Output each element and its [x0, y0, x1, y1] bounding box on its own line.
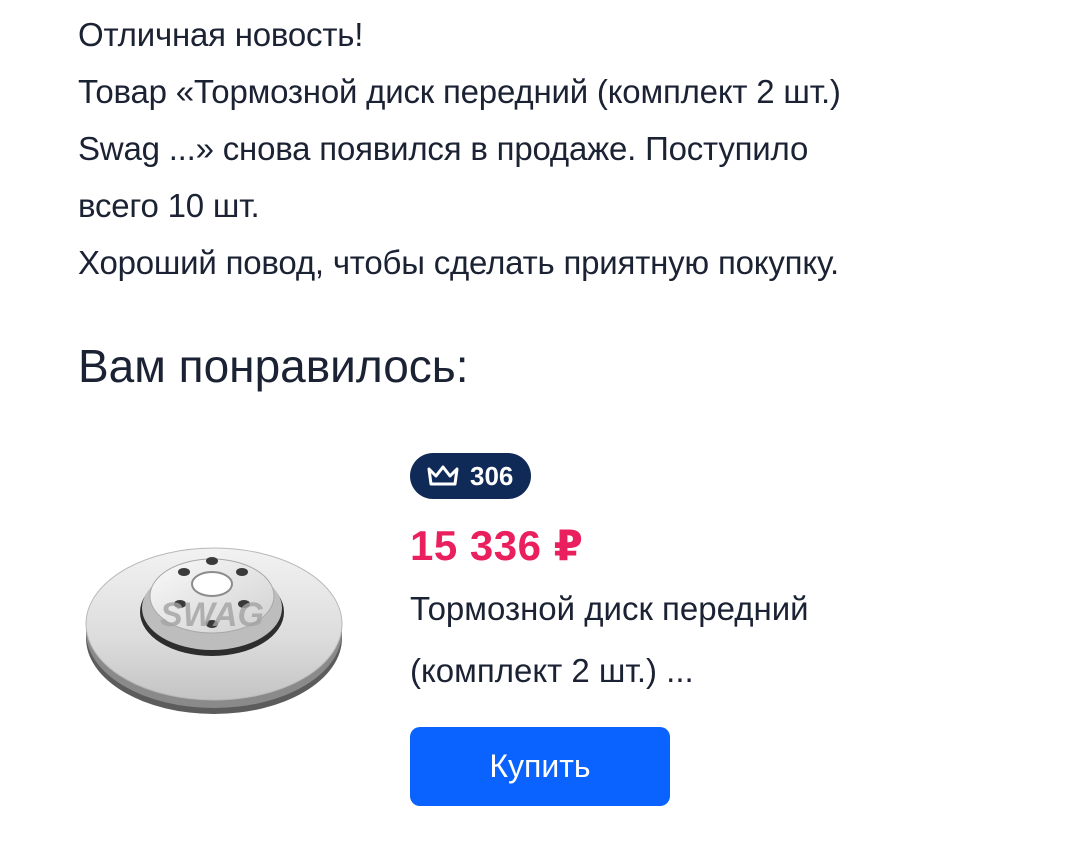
- notification-message: Отличная новость! Товар «Тормозной диск …: [78, 6, 1038, 291]
- message-line: всего 10 шт.: [78, 187, 260, 224]
- brand-logo: SWAG: [160, 596, 264, 634]
- product-price: 15 336 ₽: [410, 522, 584, 569]
- product-title-line: Тормозной диск передний: [410, 590, 809, 627]
- message-line: Хороший повод, чтобы сделать приятную по…: [78, 244, 839, 281]
- message-line: Товар «Тормозной диск передний (комплект…: [78, 73, 841, 110]
- message-line: Swag ...» снова появился в продаже. Пост…: [78, 130, 809, 167]
- product-title-line: (комплект 2 шт.) ...: [410, 652, 694, 689]
- brake-disc-image[interactable]: SWAG: [84, 526, 346, 722]
- rating-badge: 306: [410, 453, 532, 499]
- message-greeting: Отличная новость!: [78, 16, 364, 53]
- badge-count: 306: [470, 461, 514, 491]
- product-title[interactable]: Тормозной диск передний (комплект 2 шт.)…: [410, 578, 970, 702]
- section-title: Вам понравилось:: [78, 340, 469, 392]
- buy-button[interactable]: Купить: [410, 727, 670, 806]
- crown-icon: [427, 465, 459, 486]
